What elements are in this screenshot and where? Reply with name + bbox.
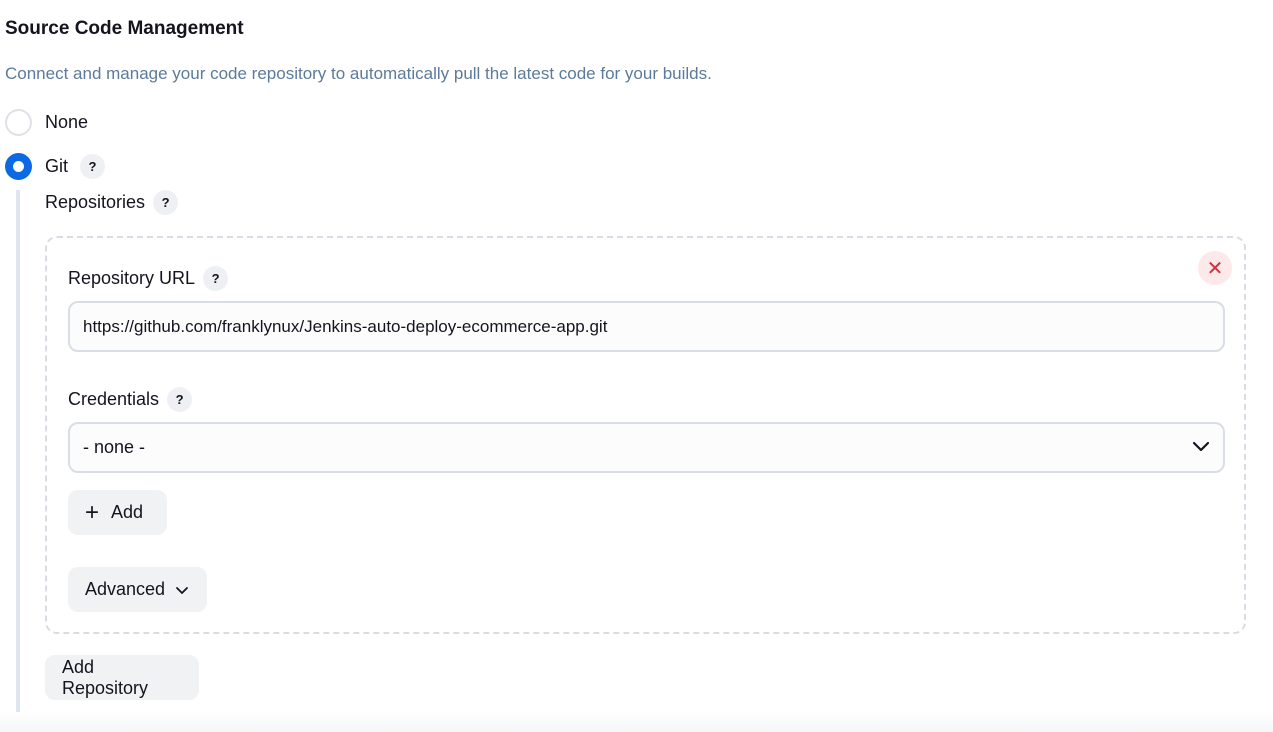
scm-option-git[interactable]: Git ?	[5, 153, 106, 180]
help-icon[interactable]: ?	[203, 266, 229, 291]
credentials-selected-value: - none -	[83, 437, 146, 457]
credentials-select[interactable]: - none -	[68, 422, 1225, 473]
remove-repository-button[interactable]: ✕	[1198, 251, 1232, 285]
radio-git[interactable]	[5, 153, 32, 180]
section-title: Source Code Management	[5, 18, 244, 39]
git-section-indent-bar	[16, 190, 20, 732]
advanced-label: Advanced	[85, 579, 166, 599]
section-description: Connect and manage your code repository …	[5, 64, 712, 83]
radio-label-none: None	[45, 112, 89, 132]
radio-label-git: Git	[45, 156, 69, 176]
scm-option-none[interactable]: None	[5, 109, 88, 136]
advanced-button[interactable]: Advanced	[68, 567, 207, 612]
credentials-label: Credentials	[68, 389, 160, 409]
close-icon: ✕	[1206, 257, 1224, 280]
radio-none[interactable]	[5, 109, 32, 136]
help-icon[interactable]: ?	[80, 154, 106, 179]
credentials-label-row: Credentials ?	[68, 387, 193, 412]
add-repository-label: Add Repository	[62, 656, 149, 698]
plus-icon: +	[85, 498, 100, 526]
repositories-label-row: Repositories ?	[45, 190, 179, 215]
add-credentials-label: Add	[111, 502, 144, 522]
repositories-label: Repositories	[45, 192, 146, 212]
repository-card: ✕ Repository URL ? https://github.com/fr…	[45, 236, 1246, 634]
help-icon[interactable]: ?	[153, 190, 179, 215]
repository-url-label-row: Repository URL ?	[68, 266, 229, 291]
add-repository-button[interactable]: Add Repository	[45, 655, 199, 700]
add-credentials-button[interactable]: + Add	[68, 490, 167, 535]
help-icon[interactable]: ?	[167, 387, 193, 412]
chevron-down-icon	[175, 579, 189, 600]
repository-url-input[interactable]: https://github.com/franklynux/Jenkins-au…	[68, 301, 1225, 352]
repository-url-label: Repository URL	[68, 268, 196, 288]
chevron-down-icon	[1192, 437, 1210, 458]
bottom-fade	[0, 712, 1273, 732]
